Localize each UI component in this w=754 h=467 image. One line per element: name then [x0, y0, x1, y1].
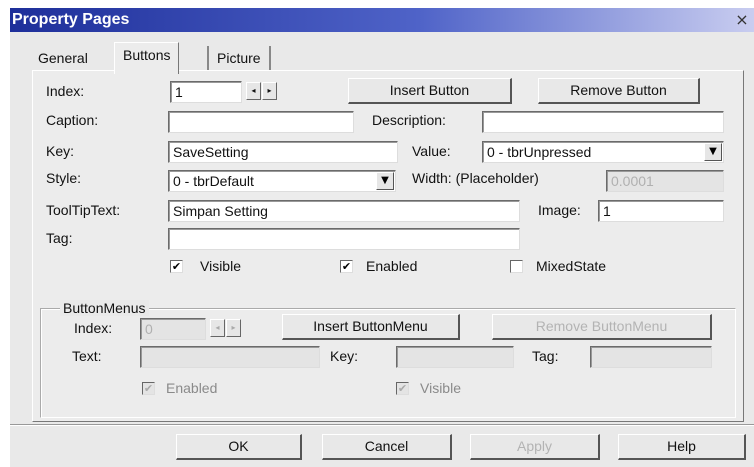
style-label: Style: — [46, 170, 82, 186]
caption-label: Caption: — [46, 112, 99, 128]
menu-visible-label[interactable]: Visible — [420, 380, 461, 396]
property-pages-window: Property Pages × General Buttons Picture… — [10, 8, 754, 467]
description-input[interactable] — [482, 111, 724, 133]
value-label: Value: — [412, 143, 451, 159]
menu-key-label: Key: — [330, 348, 359, 364]
window-title: Property Pages — [12, 11, 130, 28]
menu-enabled-checkbox[interactable]: ✔ — [142, 382, 155, 395]
button-menus-title: ButtonMenus — [60, 300, 149, 316]
index-input[interactable]: 1 — [170, 81, 242, 103]
index-increment-button[interactable]: ▸ — [262, 82, 277, 100]
enabled-checkbox[interactable]: ✔ — [340, 260, 353, 273]
menu-index-label: Index: — [74, 320, 113, 336]
tag-input[interactable] — [168, 228, 520, 250]
menu-text-input[interactable] — [140, 346, 320, 368]
visible-checkbox[interactable]: ✔ — [170, 260, 183, 273]
remove-button-menu-button[interactable]: Remove ButtonMenu — [492, 314, 712, 340]
menu-visible-checkbox[interactable]: ✔ — [396, 382, 409, 395]
insert-button[interactable]: Insert Button — [348, 78, 512, 104]
visible-label[interactable]: Visible — [200, 258, 241, 274]
remove-button[interactable]: Remove Button — [538, 78, 700, 104]
cancel-button[interactable]: Cancel — [322, 434, 452, 460]
style-select-text: 0 - tbrDefault — [173, 173, 254, 189]
index-decrement-button[interactable]: ◂ — [246, 82, 261, 100]
menu-tag-label: Tag: — [532, 348, 559, 364]
menu-index-increment-button[interactable]: ▸ — [226, 319, 241, 337]
close-button[interactable]: × — [732, 10, 752, 30]
value-select-text: 0 - tbrUnpressed — [487, 144, 592, 160]
tooltip-input[interactable]: Simpan Setting — [168, 200, 520, 222]
menu-key-input[interactable] — [396, 346, 514, 368]
chevron-down-icon[interactable]: ▼ — [376, 172, 394, 190]
value-select[interactable]: 0 - tbrUnpressed ▼ — [482, 141, 724, 163]
footer-divider — [10, 424, 754, 426]
menu-text-label: Text: — [72, 348, 102, 364]
title-bar[interactable]: Property Pages × — [10, 8, 754, 32]
apply-button[interactable]: Apply — [470, 434, 600, 460]
image-input[interactable]: 1 — [598, 200, 724, 222]
menu-index-input[interactable]: 0 — [140, 318, 206, 340]
menu-tag-input[interactable] — [590, 346, 712, 368]
image-label: Image: — [538, 202, 581, 218]
tag-label: Tag: — [46, 230, 73, 246]
key-input[interactable]: SaveSetting — [168, 141, 398, 163]
width-input[interactable]: 0.0001 — [606, 170, 724, 192]
mixed-state-checkbox[interactable] — [510, 260, 523, 273]
index-label: Index: — [46, 83, 85, 99]
style-select[interactable]: 0 - tbrDefault ▼ — [168, 170, 396, 192]
width-label: Width: (Placeholder) — [412, 170, 539, 186]
insert-button-menu-button[interactable]: Insert ButtonMenu — [282, 314, 460, 340]
tooltip-label: ToolTipText: — [46, 202, 121, 218]
key-label: Key: — [46, 143, 75, 159]
tab-general[interactable]: General — [30, 46, 96, 72]
description-label: Description: — [372, 112, 446, 128]
tab-picture[interactable]: Picture — [207, 46, 271, 72]
menu-enabled-label[interactable]: Enabled — [166, 380, 217, 396]
chevron-down-icon[interactable]: ▼ — [704, 143, 722, 161]
mixed-state-label[interactable]: MixedState — [536, 258, 606, 274]
caption-input[interactable] — [168, 111, 354, 133]
help-button[interactable]: Help — [618, 434, 746, 460]
tab-buttons[interactable]: Buttons — [114, 42, 180, 74]
menu-index-decrement-button[interactable]: ◂ — [210, 319, 225, 337]
enabled-label[interactable]: Enabled — [366, 258, 417, 274]
ok-button[interactable]: OK — [176, 434, 302, 460]
